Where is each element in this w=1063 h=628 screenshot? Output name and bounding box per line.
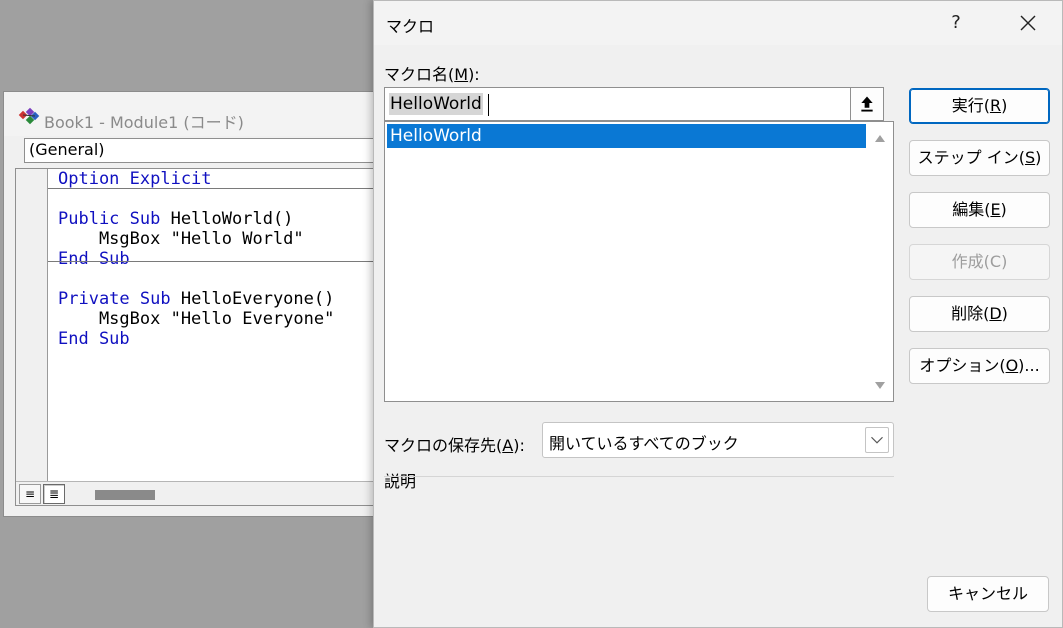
step-into-button[interactable]: ステップ イン(S)	[909, 140, 1050, 176]
full-module-view-button[interactable]: ≣	[43, 484, 65, 504]
code-line[interactable]	[58, 269, 424, 289]
code-keyword: Option Explicit	[58, 169, 212, 189]
code-text-area[interactable]: Option Explicit Public Sub HelloWorld() M…	[58, 169, 424, 481]
text-caret	[488, 94, 489, 116]
horizontal-scrollbar-thumb[interactable]	[95, 490, 155, 500]
code-line[interactable]: End Sub	[58, 249, 424, 269]
chevron-down-icon	[871, 436, 883, 444]
code-line[interactable]: Private Sub HelloEveryone()	[58, 289, 424, 309]
code-editor[interactable]: Option Explicit Public Sub HelloWorld() M…	[15, 168, 425, 506]
description-label: 説明	[384, 472, 417, 491]
code-bottom-bar: ≡ ≣	[16, 481, 424, 505]
procedure-separator	[48, 188, 424, 189]
code-line[interactable]: End Sub	[58, 329, 424, 349]
code-line[interactable]: MsgBox "Hello World"	[58, 229, 424, 249]
dialog-titlebar[interactable]: マクロ ?	[374, 1, 1062, 45]
arrow-up-icon	[861, 96, 873, 112]
macros-in-value: 開いているすべてのブック	[549, 434, 739, 453]
list-item[interactable]: HelloWorld	[387, 124, 866, 148]
code-text: MsgBox "Hello World"	[58, 229, 304, 249]
code-line[interactable]: Option Explicit	[58, 169, 424, 189]
description-separator	[384, 476, 894, 477]
code-text: MsgBox "Hello Everyone"	[58, 309, 335, 329]
scroll-down-icon[interactable]	[873, 380, 887, 392]
run-button[interactable]: 実行(R)	[909, 88, 1050, 124]
code-keyword: End Sub	[58, 329, 130, 349]
procedure-view-button[interactable]: ≡	[19, 484, 41, 504]
code-line[interactable]	[58, 189, 424, 209]
close-icon[interactable]	[996, 1, 1060, 45]
code-text: HelloEveryone()	[180, 289, 335, 309]
macro-name-label: マクロ名(M):	[384, 65, 480, 84]
upload-button[interactable]	[850, 87, 884, 121]
edit-button[interactable]: 編集(E)	[909, 192, 1050, 228]
code-keyword: Private Sub	[58, 289, 181, 309]
create-button[interactable]: 作成(C)	[909, 244, 1050, 280]
macros-in-label: マクロの保存先(A):	[384, 436, 525, 455]
code-keyword: Public Sub	[58, 209, 171, 229]
vba-titlebar[interactable]: Book1 - Module1 (コード)	[4, 92, 422, 136]
code-margin[interactable]	[16, 169, 48, 481]
macro-list[interactable]: HelloWorld	[384, 121, 894, 402]
dropdown-button[interactable]	[865, 427, 889, 453]
code-keyword: End Sub	[58, 249, 130, 269]
dialog-title: マクロ	[386, 17, 435, 36]
options-button[interactable]: オプション(O)...	[909, 348, 1050, 384]
code-line[interactable]: MsgBox "Hello Everyone"	[58, 309, 424, 329]
help-button[interactable]: ?	[924, 1, 988, 45]
macros-in-select[interactable]: 開いているすべてのブック	[542, 422, 894, 458]
macro-name-input[interactable]: HelloWorld	[384, 87, 861, 121]
code-text: HelloWorld()	[170, 209, 294, 229]
delete-button[interactable]: 削除(D)	[909, 296, 1050, 332]
vba-module-icon	[18, 107, 40, 125]
macro-dialog: マクロ ? マクロ名(M): HelloWorld HelloWorld 実行(…	[373, 0, 1063, 628]
macro-name-value: HelloWorld	[389, 93, 483, 115]
object-dropdown[interactable]: (General)	[24, 138, 424, 163]
code-line[interactable]: Public Sub HelloWorld()	[58, 209, 424, 229]
vba-window-title: Book1 - Module1 (コード)	[44, 113, 244, 132]
procedure-separator	[48, 261, 424, 262]
cancel-button[interactable]: キャンセル	[927, 576, 1049, 612]
scroll-up-icon[interactable]	[873, 132, 887, 144]
vba-code-window: Book1 - Module1 (コード) (General) Option E…	[3, 91, 425, 517]
